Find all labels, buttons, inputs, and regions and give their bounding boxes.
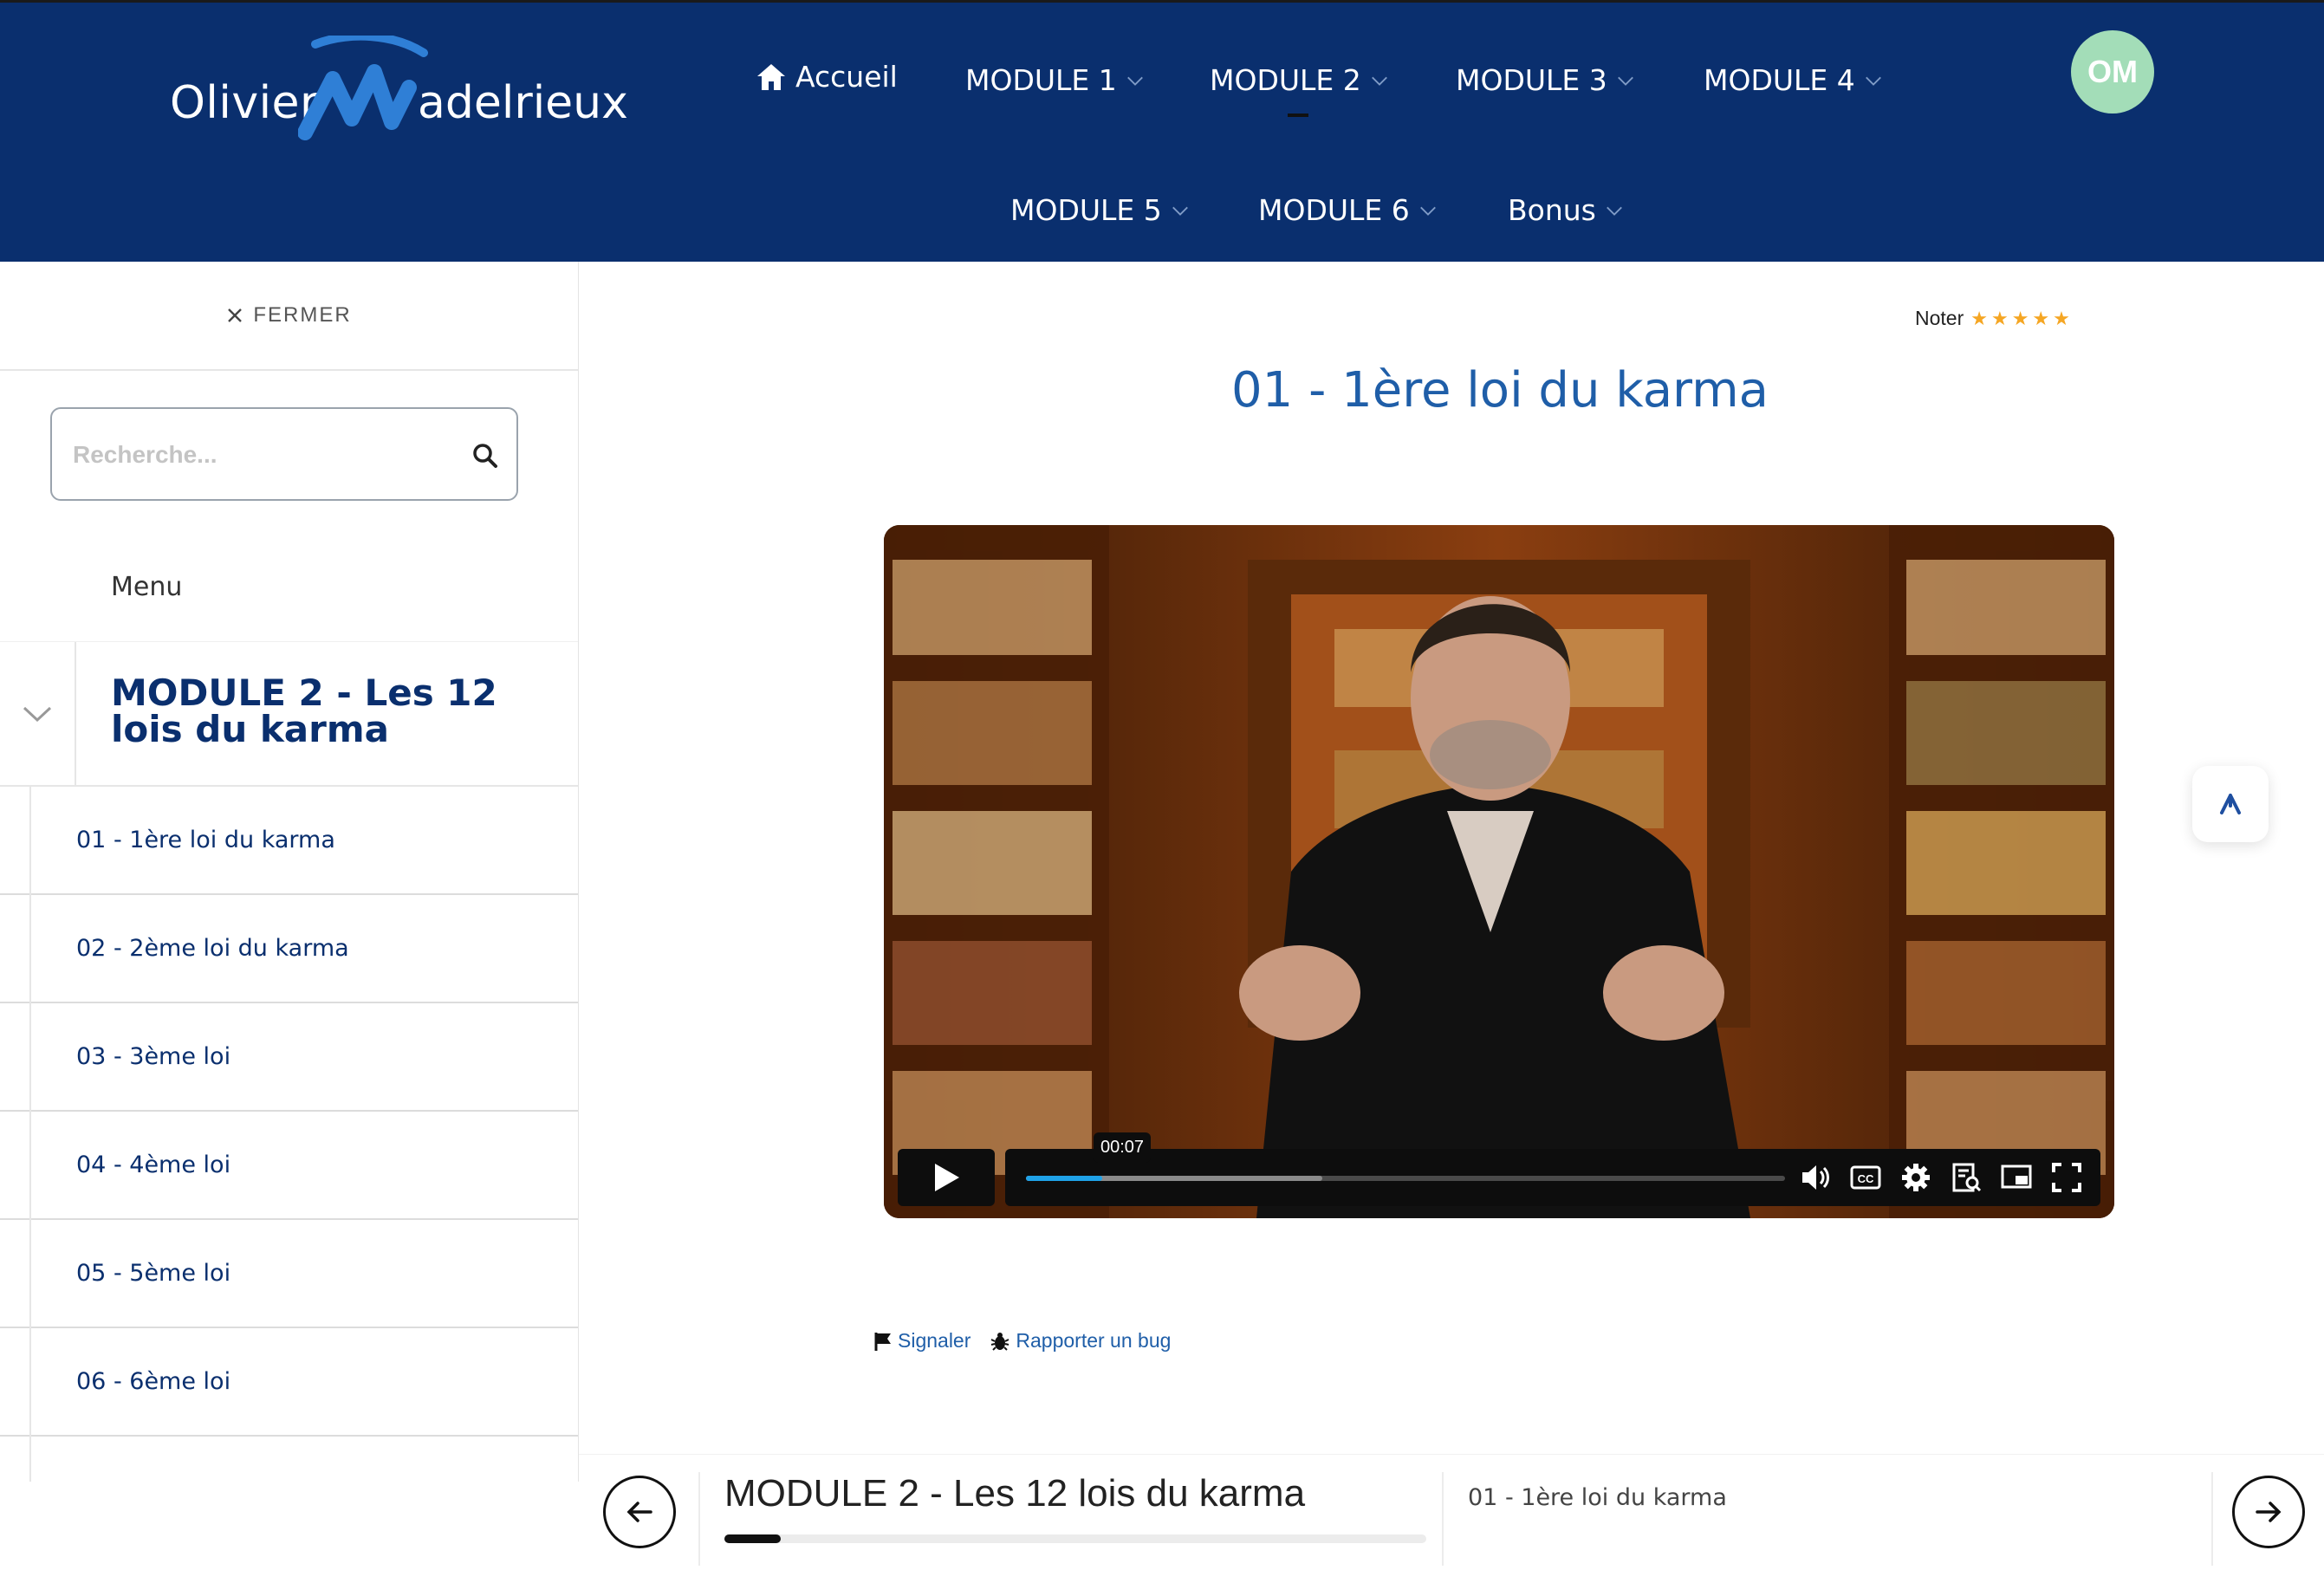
chevron-down-icon [1371,76,1387,86]
search-icon[interactable] [471,442,499,470]
star-rating-icons[interactable]: ★★★★★ [1970,308,2074,330]
next-lesson-button[interactable] [2232,1476,2305,1548]
divider [2211,1472,2213,1566]
user-avatar[interactable]: OM [2071,30,2154,114]
chevron-down-icon [1617,76,1633,86]
seek-bar[interactable]: 00:07 [1026,1132,1785,1181]
arrow-left-icon [626,1502,652,1522]
module-title: MODULE 2 - Les 12 lois du karma [111,671,497,750]
chevron-down-icon [1172,206,1188,216]
divider [1442,1472,1444,1566]
lesson-label: 05 - 5ème loi [76,1260,231,1287]
lesson-label: 01 - 1ère loi du karma [76,827,335,853]
bug-report-link[interactable]: Rapporter un bug [990,1329,1171,1353]
close-sidebar-button[interactable]: FERMER [0,262,578,371]
nav-item-module-1[interactable]: MODULE 1 [965,63,1145,97]
flag-icon [874,1332,891,1351]
report-label: Signaler [898,1329,971,1352]
nav-label: MODULE 2 [1210,63,1361,97]
nav-label: MODULE 4 [1704,63,1855,97]
chevron-down-icon [1419,206,1436,216]
active-nav-indicator [1288,114,1308,117]
nav-item-module-2[interactable]: MODULE 2 [1210,63,1389,97]
video-controls: 00:07 CC [898,1132,2100,1206]
module-progress-title: MODULE 2 - Les 12 lois du karma [724,1472,1306,1515]
nav-label: MODULE 3 [1456,63,1607,97]
nav-item-module-6[interactable]: MODULE 6 [1258,193,1438,227]
current-lesson-label: 01 - 1ère loi du karma [1468,1484,1727,1511]
lesson-label: 04 - 4ème loi [76,1152,231,1178]
lesson-item[interactable]: 06 - 6ème loi [0,1328,578,1437]
nav-label: Bonus [1508,193,1596,227]
svg-text:CC: CC [1858,1172,1874,1185]
lesson-label: 02 - 2ème loi du karma [76,935,349,962]
lesson-item-partial[interactable] [0,1437,578,1482]
lesson-label: 03 - 3ème loi [76,1043,231,1070]
nav-label: Accueil [795,60,898,94]
nav-item-bonus[interactable]: Bonus [1508,193,1624,227]
main-nav: Accueil MODULE 1 MODULE 2 MODULE 3 MODUL… [0,3,2324,264]
module-collapse-toggle[interactable] [0,642,76,786]
fullscreen-icon[interactable] [2050,1161,2083,1194]
rating-widget[interactable]: Noter ★★★★★ [1915,307,2074,330]
close-icon [228,308,243,322]
lesson-title: 01 - 1ère loi du karma [1231,362,1769,418]
lesson-navigation-bar: MODULE 2 - Les 12 lois du karma 01 - 1èr… [579,1454,2324,1570]
chevron-down-icon [1865,76,1881,86]
module-progress-bar [724,1534,1426,1543]
bug-icon [990,1332,1009,1351]
lesson-item[interactable]: 03 - 3ème loi [0,1003,578,1112]
nav-label: MODULE 5 [1010,193,1162,227]
chevron-down-icon [1126,76,1143,86]
module-progress-fill [724,1534,781,1543]
video-control-bar: 00:07 CC [1005,1132,2100,1206]
nav-label: MODULE 1 [965,63,1117,97]
player-buttons: CC [1799,1161,2083,1194]
picture-in-picture-icon[interactable] [2000,1161,2033,1194]
volume-icon[interactable] [1799,1161,1832,1194]
video-player[interactable]: 00:07 CC [884,525,2114,1218]
lesson-content: Noter ★★★★★ 01 - 1ère loi du karma 00:07… [579,262,2324,1570]
lesson-item[interactable]: 02 - 2ème loi du karma [0,895,578,1003]
settings-icon[interactable] [1899,1161,1932,1194]
play-icon [935,1164,959,1191]
captions-icon[interactable]: CC [1849,1161,1882,1194]
lesson-label: 06 - 6ème loi [76,1368,231,1395]
lesson-item[interactable]: 04 - 4ème loi [0,1112,578,1220]
search-input[interactable] [73,435,454,475]
close-label: FERMER [253,303,352,327]
menu-label[interactable]: Menu [111,572,182,602]
module-section-header[interactable]: MODULE 2 - Les 12 lois du karma [0,641,578,787]
lesson-list: 01 - 1ère loi du karma 02 - 2ème loi du … [0,787,578,1482]
bug-label: Rapporter un bug [1016,1329,1172,1352]
arrow-right-icon [2256,1502,2282,1522]
feedback-links: Signaler Rapporter un bug [873,1329,1171,1353]
branch-icon [2220,794,2241,814]
chevron-down-icon [23,706,52,723]
nav-label: MODULE 6 [1258,193,1410,227]
report-link[interactable]: Signaler [873,1329,970,1353]
search-box [50,407,518,501]
rating-label: Noter [1915,307,1964,329]
previous-lesson-button[interactable] [603,1476,676,1548]
course-sidebar: FERMER Menu MODULE 2 - Les 12 lois du ka… [0,262,579,1482]
lesson-item[interactable]: 01 - 1ère loi du karma [0,787,578,895]
transcript-icon[interactable] [1950,1161,1983,1194]
video-frame-image [884,525,2114,1218]
play-button[interactable] [898,1149,995,1206]
nav-item-module-3[interactable]: MODULE 3 [1456,63,1635,97]
nav-item-module-4[interactable]: MODULE 4 [1704,63,1883,97]
floating-action-button[interactable] [2192,766,2269,842]
divider [698,1472,700,1566]
chevron-down-icon [1606,206,1622,216]
home-icon [757,63,785,90]
played-progress [1026,1176,1102,1181]
nav-item-module-5[interactable]: MODULE 5 [1010,193,1190,227]
site-header: Olivier adelrieux Accueil MODULE 1 MODUL… [0,0,2324,262]
lesson-item[interactable]: 05 - 5ème loi [0,1220,578,1328]
nav-item-accueil[interactable]: Accueil [756,60,898,94]
time-tooltip: 00:07 [1094,1132,1152,1163]
